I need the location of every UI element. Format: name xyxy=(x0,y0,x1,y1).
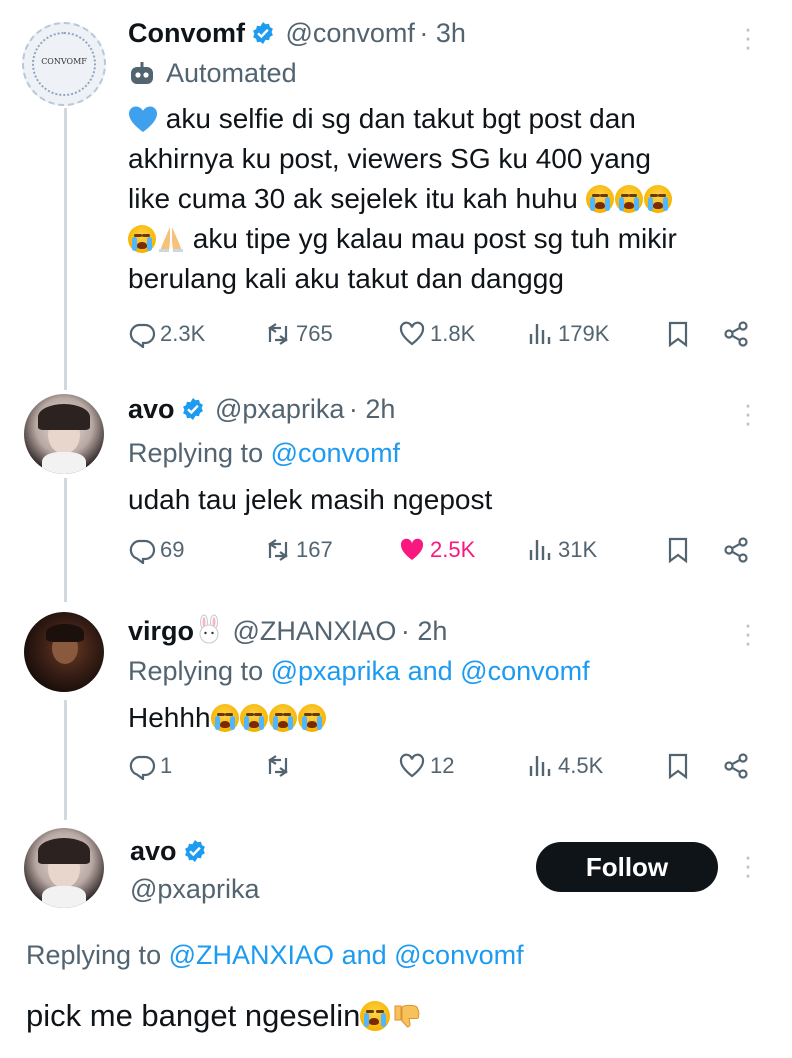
retweet-button[interactable]: 167 xyxy=(264,536,333,564)
retweet-icon xyxy=(268,323,288,345)
more-icon[interactable]: · · · xyxy=(743,15,753,59)
handle[interactable]: @ZHANXlAO xyxy=(232,616,396,646)
like-button[interactable]: 1.8K xyxy=(398,320,475,348)
reply-icon xyxy=(129,539,156,564)
handle[interactable]: @pxaprika xyxy=(215,394,344,424)
bookmark-button[interactable] xyxy=(664,320,692,348)
handle[interactable]: @convomf xyxy=(285,18,414,48)
more-icon[interactable]: · · · xyxy=(743,843,753,887)
thread-line xyxy=(64,700,67,820)
crying-emoji xyxy=(614,185,643,213)
share-icon xyxy=(724,321,748,347)
views-icon xyxy=(529,540,551,560)
thread-line xyxy=(64,478,67,602)
thread-line xyxy=(64,108,67,390)
crying-emoji xyxy=(239,704,268,732)
crying-emoji xyxy=(585,185,614,213)
avatar[interactable] xyxy=(24,828,104,908)
display-name[interactable]: virgo xyxy=(128,616,194,646)
views-button[interactable]: 31K xyxy=(526,536,597,564)
crying-emoji xyxy=(360,1001,391,1031)
tweet-text: aku selfie di sg dan takut bgt post dan … xyxy=(128,103,677,294)
retweet-icon xyxy=(268,755,288,777)
views-button[interactable]: 179K xyxy=(526,320,609,348)
timestamp[interactable]: · 3h xyxy=(419,18,466,48)
verified-badge-icon xyxy=(184,840,205,862)
avatar[interactable] xyxy=(24,394,104,474)
share-icon xyxy=(724,753,748,779)
more-icon[interactable]: · · · xyxy=(743,391,753,435)
replying-to: Replying to @convomf xyxy=(128,438,401,468)
crying-emoji xyxy=(128,225,156,253)
timestamp[interactable]: · 2h xyxy=(401,616,448,646)
bookmark-button[interactable] xyxy=(664,752,692,780)
mention-link[interactable]: @pxaprika xyxy=(271,656,400,686)
praying-hands-emoji xyxy=(159,227,183,252)
share-button[interactable] xyxy=(722,536,750,564)
timestamp[interactable]: · 2h xyxy=(349,394,396,424)
display-name[interactable]: avo xyxy=(130,836,177,866)
reply-button[interactable]: 69 xyxy=(128,536,184,564)
like-icon xyxy=(400,538,424,560)
mention-link[interactable]: @convomf xyxy=(460,656,589,686)
avatar[interactable] xyxy=(24,612,104,692)
follow-button[interactable]: Follow xyxy=(536,842,718,892)
reply-icon xyxy=(129,323,156,348)
like-icon xyxy=(399,753,425,778)
views-icon xyxy=(529,756,551,776)
views-button[interactable]: 4.5K xyxy=(526,752,603,780)
tweet-text: pick me banget ngeselin xyxy=(26,996,421,1036)
avatar[interactable]: CONVOMF xyxy=(22,22,106,106)
replying-to: Replying to @ZHANXIAO and @convomf xyxy=(26,940,524,970)
retweet-icon xyxy=(268,539,288,561)
reply-button[interactable]: 2.3K xyxy=(128,320,205,348)
tweet-actions: 2.3K 765 1.8K 179K xyxy=(128,320,768,360)
bookmark-icon xyxy=(668,753,688,780)
share-button[interactable] xyxy=(722,752,750,780)
verified-badge-icon xyxy=(182,398,203,420)
mention-link[interactable]: @ZHANXIAO xyxy=(169,940,334,970)
crying-emoji xyxy=(297,704,326,732)
replying-to: Replying to @pxaprika and @convomf xyxy=(128,656,590,686)
automated-label: Automated xyxy=(166,58,297,88)
mention-link[interactable]: @convomf xyxy=(271,438,400,468)
handle[interactable]: @pxaprika xyxy=(130,874,259,905)
verified-badge-icon xyxy=(253,22,273,44)
crying-emoji xyxy=(210,704,239,732)
tweet-text: udah tau jelek masih ngepost xyxy=(128,484,493,515)
like-button[interactable]: 2.5K xyxy=(398,536,475,564)
share-icon xyxy=(724,537,748,563)
display-name[interactable]: avo xyxy=(128,394,175,424)
mention-link[interactable]: @convomf xyxy=(394,940,523,970)
bookmark-icon xyxy=(668,537,688,564)
display-name[interactable]: Convomf xyxy=(128,18,245,48)
views-icon xyxy=(529,324,551,344)
like-icon xyxy=(399,321,425,346)
retweet-button[interactable] xyxy=(264,752,296,780)
reply-icon xyxy=(129,755,156,780)
retweet-button[interactable]: 765 xyxy=(264,320,333,348)
crying-emoji xyxy=(643,185,672,213)
tweet-text: Hehhh xyxy=(128,698,327,738)
crying-emoji xyxy=(268,704,297,732)
avatar-logo-text: CONVOMF xyxy=(41,57,87,66)
tweet-actions: 69 167 2.5K 31K xyxy=(128,536,768,576)
like-button[interactable]: 12 xyxy=(398,752,454,780)
share-button[interactable] xyxy=(722,320,750,348)
bookmark-button[interactable] xyxy=(664,536,692,564)
rabbit-emoji xyxy=(199,614,219,644)
bot-icon xyxy=(131,61,153,84)
more-icon[interactable]: · · · xyxy=(743,611,753,655)
tweet-actions: 1 12 4.5K xyxy=(128,752,768,792)
bookmark-icon xyxy=(668,321,688,348)
blue-heart-emoji xyxy=(129,106,157,132)
reply-button[interactable]: 1 xyxy=(128,752,172,780)
thumbs-down-emoji xyxy=(394,1004,420,1028)
